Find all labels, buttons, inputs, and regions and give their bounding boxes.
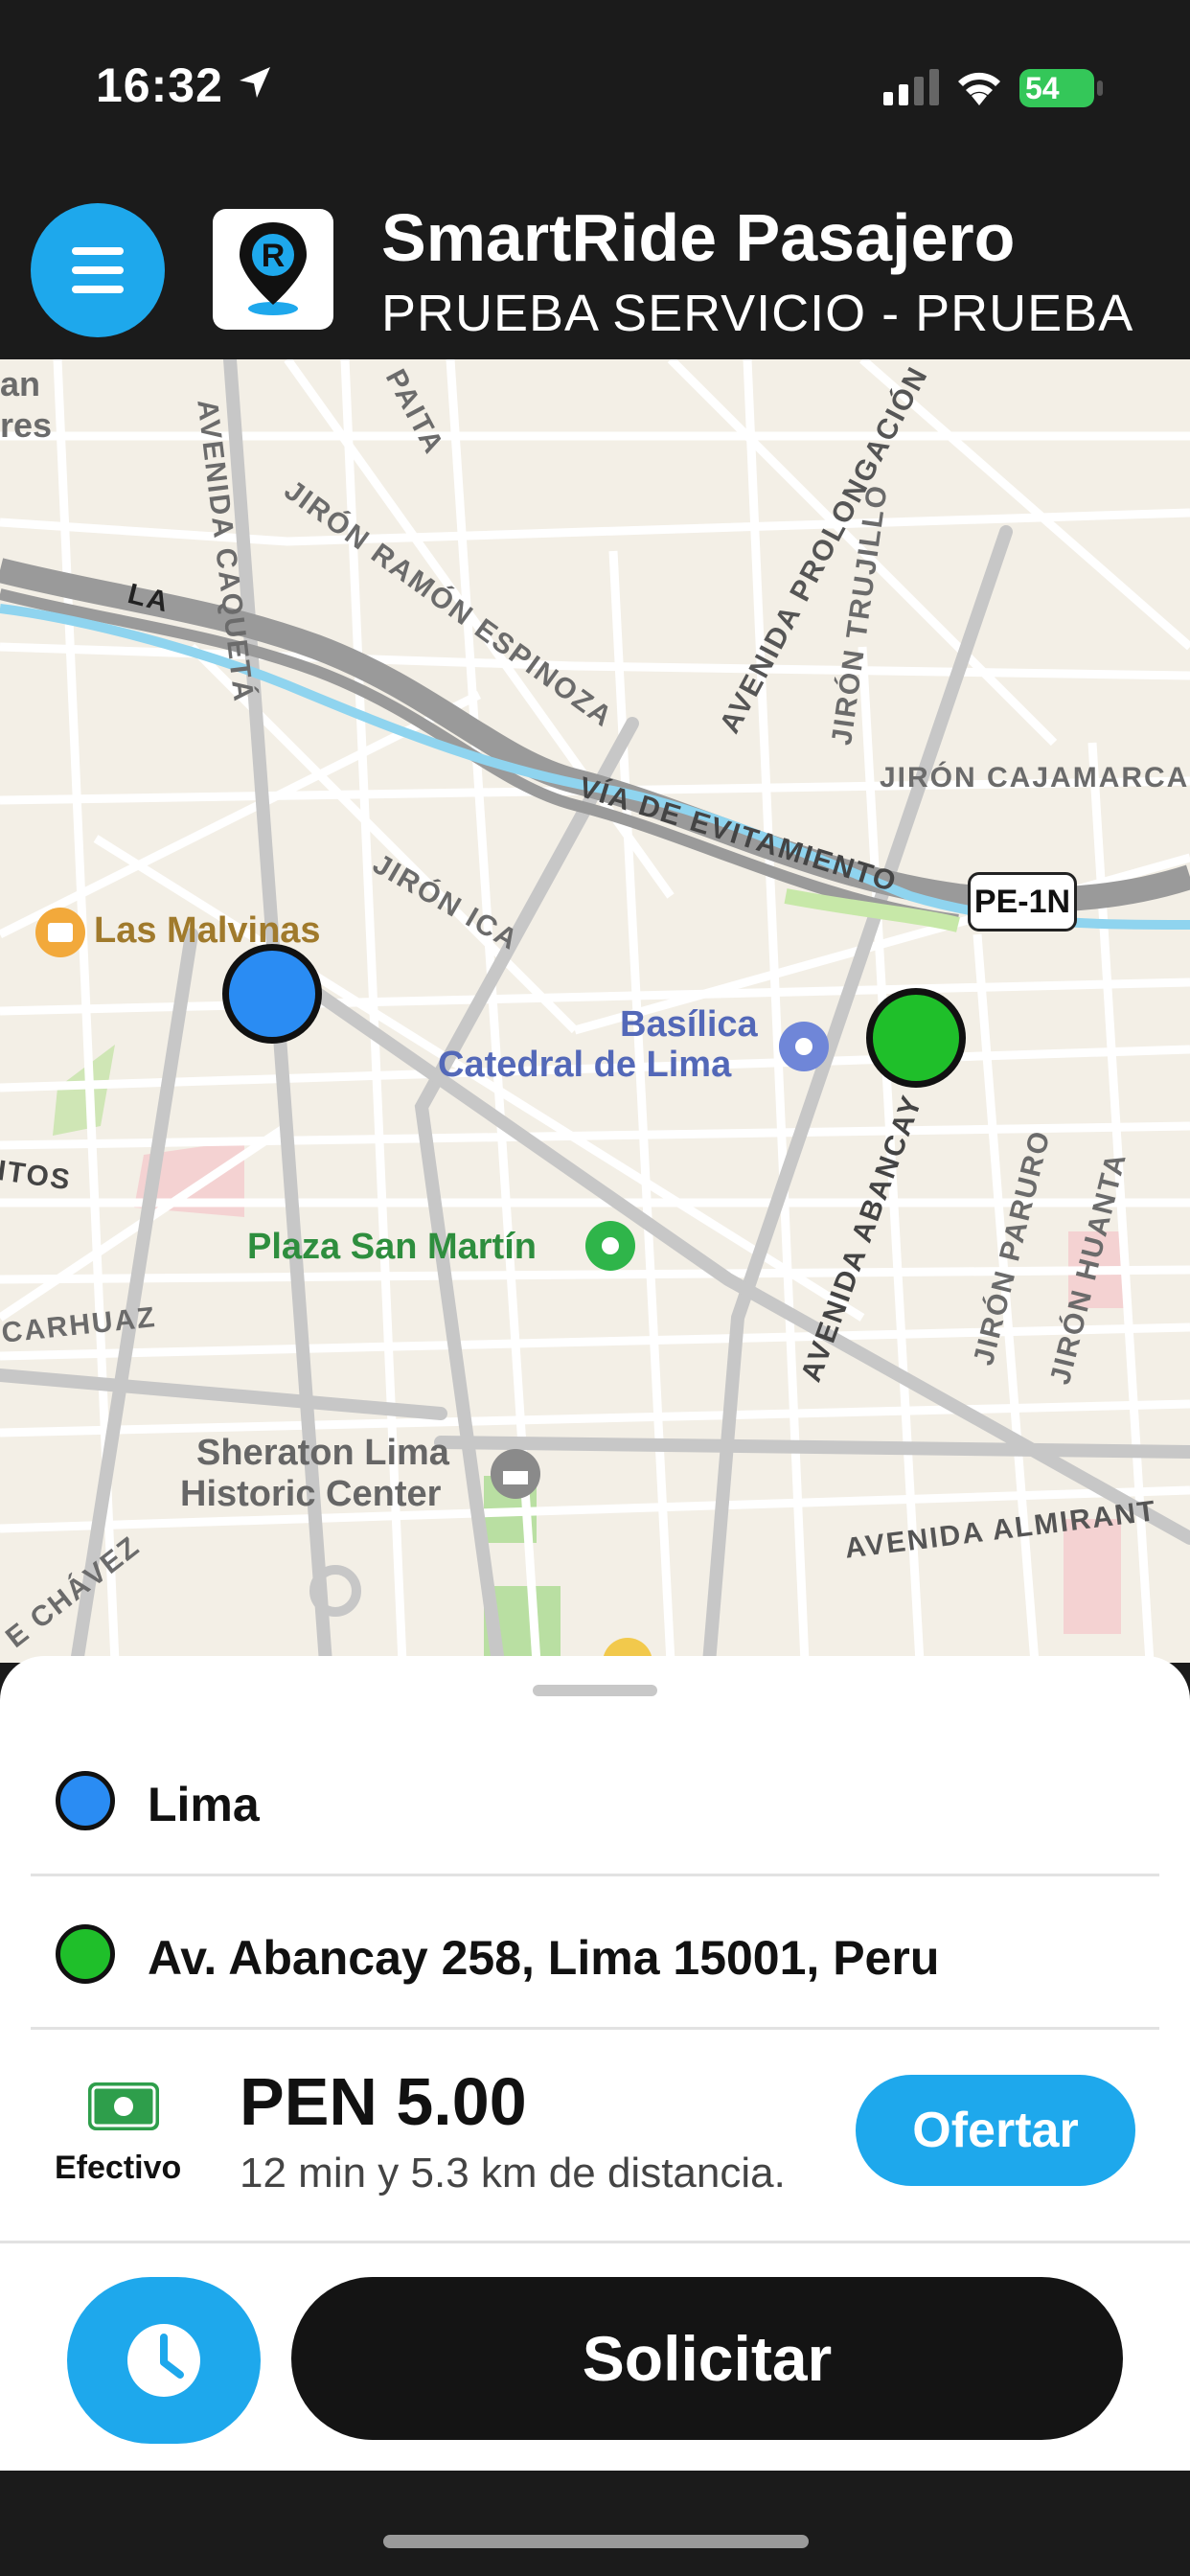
app-header: R SmartRide Pasajero PRUEBA SERVICIO - P… bbox=[0, 182, 1190, 359]
app-subtitle: PRUEBA SERVICIO - PRUEBA bbox=[381, 285, 1134, 342]
menu-icon bbox=[72, 247, 124, 255]
status-time: 16:32 bbox=[96, 58, 223, 112]
cash-icon[interactable] bbox=[88, 2082, 159, 2130]
location-arrow-icon bbox=[240, 67, 270, 98]
trip-eta: 12 min y 5.3 km de distancia. bbox=[240, 2150, 786, 2196]
street-label: res bbox=[0, 405, 53, 445]
poi-basilica-label-1[interactable]: Basílica bbox=[620, 1004, 758, 1046]
fare-row: Efectivo PEN 5.00 12 min y 5.3 km de dis… bbox=[0, 2015, 1190, 2243]
logo-letter: R bbox=[262, 238, 286, 274]
destination-row[interactable]: Av. Abancay 258, Lima 15001, Peru bbox=[31, 1876, 1159, 2030]
cellular-signal-icon bbox=[883, 69, 939, 105]
battery-indicator: 54 bbox=[1019, 69, 1094, 107]
request-ride-button[interactable]: Solicitar bbox=[291, 2277, 1123, 2440]
street-label: JIRÓN CAJAMARCA bbox=[880, 762, 1190, 794]
origin-dot-icon bbox=[56, 1771, 115, 1830]
offer-button[interactable]: Ofertar bbox=[856, 2075, 1135, 2186]
map-view[interactable]: AVENIDA CAQUETÁ JIRÓN RAMÓN ESPINOZA PAI… bbox=[0, 359, 1190, 1663]
destination-address: Av. Abancay 258, Lima 15001, Peru bbox=[148, 1931, 940, 1985]
poi-sheraton-label-1[interactable]: Sheraton Lima bbox=[196, 1433, 449, 1474]
app-logo: R bbox=[213, 209, 333, 330]
street-label: an bbox=[0, 364, 41, 403]
status-bar: 16:32 54 bbox=[0, 0, 1190, 182]
origin-row[interactable]: Lima bbox=[31, 1723, 1159, 1876]
menu-icon-bar bbox=[72, 286, 124, 293]
origin-marker[interactable] bbox=[222, 944, 322, 1044]
route-shield: PE-1N bbox=[968, 872, 1077, 932]
poi-plaza-san-martin[interactable]: Plaza San Martín bbox=[247, 1227, 537, 1268]
pin-logo-icon: R bbox=[240, 222, 307, 315]
map-streets bbox=[0, 359, 1190, 1663]
destination-marker[interactable] bbox=[866, 988, 966, 1088]
destination-dot-icon bbox=[56, 1924, 115, 1984]
wifi-icon bbox=[958, 72, 1000, 105]
trip-bottom-sheet: Lima Av. Abancay 258, Lima 15001, Peru E… bbox=[0, 1656, 1190, 2471]
poi-sheraton-label-2[interactable]: Historic Center bbox=[180, 1474, 441, 1515]
battery-cap bbox=[1097, 80, 1103, 96]
sheet-drag-handle[interactable] bbox=[533, 1685, 657, 1696]
menu-icon-bar bbox=[72, 266, 124, 274]
menu-button[interactable] bbox=[31, 203, 165, 337]
home-bar-area bbox=[0, 2471, 1190, 2576]
origin-address: Lima bbox=[148, 1778, 260, 1831]
schedule-button[interactable] bbox=[67, 2277, 261, 2444]
poi-basilica-label-2[interactable]: Catedral de Lima bbox=[438, 1045, 731, 1086]
clock-icon bbox=[127, 2324, 200, 2397]
payment-method-label[interactable]: Efectivo bbox=[55, 2150, 181, 2187]
app-title: SmartRide Pasajero bbox=[381, 200, 1016, 275]
fare-price: PEN 5.00 bbox=[240, 2064, 527, 2139]
home-indicator[interactable] bbox=[383, 2535, 809, 2548]
battery-level: 54 bbox=[1025, 71, 1060, 105]
